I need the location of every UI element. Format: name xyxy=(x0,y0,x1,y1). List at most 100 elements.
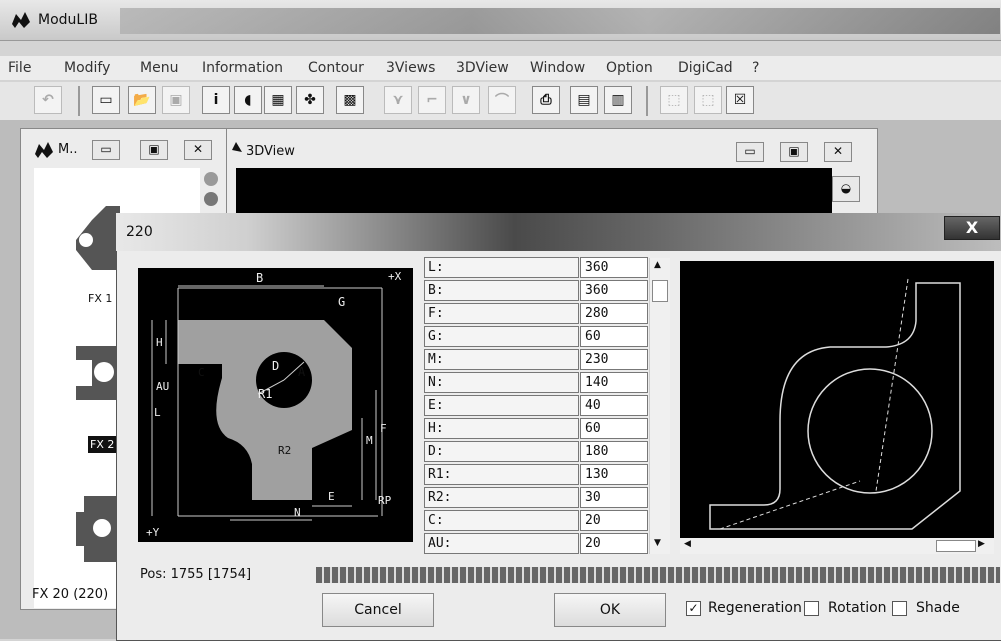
param-value-f[interactable]: 280 xyxy=(580,303,648,324)
library-item-label-selected[interactable]: FX 2 xyxy=(88,436,117,453)
scroll-thumb[interactable] xyxy=(936,540,976,552)
print-icon[interactable]: ⎙ xyxy=(532,86,560,114)
minimize-button[interactable]: ▭ xyxy=(736,142,764,162)
scroll-left-icon[interactable]: ◀ xyxy=(684,539,691,549)
param-label: R1: xyxy=(424,464,579,485)
menu-3dview[interactable]: 3DView xyxy=(456,60,509,76)
minimize-button[interactable]: ▭ xyxy=(92,140,120,160)
param-label: F: xyxy=(424,303,579,324)
3d-view-canvas[interactable] xyxy=(236,168,832,216)
undo-icon[interactable]: ↶ xyxy=(34,86,62,114)
scroll-up-icon[interactable]: ▲ xyxy=(654,260,661,270)
export-2-icon[interactable]: ⬚ xyxy=(694,86,722,114)
parts-grid-icon[interactable]: ▦ xyxy=(264,86,292,114)
rotation-checkbox[interactable] xyxy=(804,601,819,616)
shade-checkbox[interactable] xyxy=(892,601,907,616)
contour-preview-canvas[interactable] xyxy=(680,261,994,551)
param-value-d[interactable]: 180 xyxy=(580,441,648,462)
menu-contour[interactable]: Contour xyxy=(308,60,364,76)
dim-label-c: C xyxy=(198,366,205,379)
shade-label: Shade xyxy=(916,600,960,616)
param-label: H: xyxy=(424,418,579,439)
scroll-thumb[interactable] xyxy=(652,280,668,302)
export-1-icon[interactable]: ⬚ xyxy=(660,86,688,114)
dim-label-r2: R2 xyxy=(278,444,291,457)
regeneration-checkbox[interactable]: ✓ xyxy=(686,601,701,616)
dim-label-d: D xyxy=(272,359,279,373)
library-window-title: M.. xyxy=(58,142,78,157)
param-value-b[interactable]: 360 xyxy=(580,280,648,301)
param-label: B: xyxy=(424,280,579,301)
window-logo-icon xyxy=(232,142,242,152)
dim-label-r1: R1 xyxy=(258,387,272,401)
contour-2-icon[interactable]: ⌐ xyxy=(418,86,446,114)
menu-help[interactable]: ? xyxy=(752,60,759,76)
dim-label-au: AU xyxy=(156,380,169,393)
position-readout: Pos: 1755 [1754] xyxy=(140,567,252,582)
toolbar: ↶ ▭ 📂 ▣ i ◖ ▦ ✤ ▩ ⋎ ⌐ ∨ ⌒ ⎙ ▤ ▥ ⬚ ⬚ ☒ xyxy=(0,82,1001,121)
scroll-down-icon[interactable]: ▼ xyxy=(654,538,661,548)
toolbar-separator xyxy=(646,86,648,116)
dim-label-h: H xyxy=(156,336,163,349)
menu-menu[interactable]: Menu xyxy=(140,60,178,76)
open-folder-icon[interactable]: 📂 xyxy=(128,86,156,114)
close-doc-icon[interactable]: ☒ xyxy=(726,86,754,114)
menu-modify[interactable]: Modify xyxy=(64,60,110,76)
new-file-icon[interactable]: ▭ xyxy=(92,86,120,114)
param-value-g[interactable]: 60 xyxy=(580,326,648,347)
close-button[interactable]: ✕ xyxy=(184,140,212,160)
menu-file[interactable]: File xyxy=(8,60,31,76)
gauge-icon[interactable]: ◒ xyxy=(832,176,860,202)
dim-label-e: E xyxy=(328,490,335,503)
status-light-icon xyxy=(204,172,218,186)
scroll-right-icon[interactable]: ▶ xyxy=(978,539,985,549)
contour-4-icon[interactable]: ⌒ xyxy=(488,86,516,114)
info-icon[interactable]: i xyxy=(202,86,230,114)
menu-window[interactable]: Window xyxy=(530,60,585,76)
maximize-button[interactable]: ▣ xyxy=(140,140,168,160)
menu-information[interactable]: Information xyxy=(202,60,283,76)
contour-3-icon[interactable]: ∨ xyxy=(452,86,480,114)
param-value-c[interactable]: 20 xyxy=(580,510,648,531)
param-value-n[interactable]: 140 xyxy=(580,372,648,393)
dim-label-n: N xyxy=(294,506,301,519)
dim-label-b: B xyxy=(256,271,263,285)
maximize-button[interactable]: ▣ xyxy=(780,142,808,162)
menu-digicad[interactable]: DigiCad xyxy=(678,60,733,76)
dim-label-g: G xyxy=(338,295,345,309)
library-item-label[interactable]: FX 1 xyxy=(88,292,112,305)
modulib-icon[interactable]: ✤ xyxy=(296,86,324,114)
views-icon[interactable]: ▩ xyxy=(336,86,364,114)
part-outline xyxy=(178,320,352,500)
list-icon[interactable]: ▤ xyxy=(570,86,598,114)
param-value-r2[interactable]: 30 xyxy=(580,487,648,508)
close-button[interactable]: ✕ xyxy=(824,142,852,162)
param-value-l[interactable]: 360 xyxy=(580,257,648,278)
param-value-e[interactable]: 40 xyxy=(580,395,648,416)
library-thumbnails xyxy=(76,206,120,562)
contour-bore xyxy=(807,368,933,494)
param-label: D: xyxy=(424,441,579,462)
param-label: M: xyxy=(424,349,579,370)
contour-1-icon[interactable]: ⋎ xyxy=(384,86,412,114)
view-window-title: 3DView xyxy=(246,144,295,159)
dim-label-f: F xyxy=(380,422,387,435)
param-value-m[interactable]: 230 xyxy=(580,349,648,370)
param-label: C: xyxy=(424,510,579,531)
save-icon[interactable]: ▣ xyxy=(162,86,190,114)
param-label: G: xyxy=(424,326,579,347)
piece-icon[interactable]: ◖ xyxy=(234,86,262,114)
dialog-close-button[interactable]: X xyxy=(944,216,1000,240)
menu-3views[interactable]: 3Views xyxy=(386,60,435,76)
preview-horizontal-scrollbar[interactable]: ◀ ▶ xyxy=(680,538,994,554)
param-list-scrollbar[interactable]: ▲ ▼ xyxy=(649,258,670,554)
ok-button[interactable]: OK xyxy=(554,593,666,627)
menu-option[interactable]: Option xyxy=(606,60,653,76)
dialog-title: 220 xyxy=(126,224,153,240)
cancel-button[interactable]: Cancel xyxy=(322,593,434,627)
param-value-au[interactable]: 20 xyxy=(580,533,648,554)
param-value-r1[interactable]: 130 xyxy=(580,464,648,485)
position-progress-bar xyxy=(316,567,1000,583)
report-icon[interactable]: ▥ xyxy=(604,86,632,114)
param-value-h[interactable]: 60 xyxy=(580,418,648,439)
